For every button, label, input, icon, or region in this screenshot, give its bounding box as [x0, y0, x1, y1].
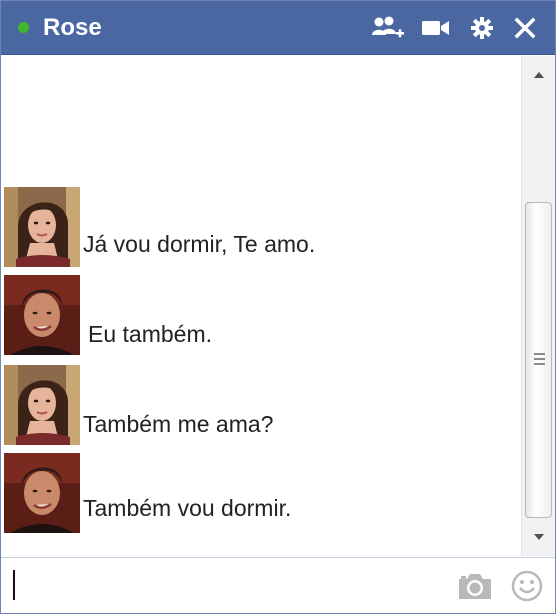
text-caret	[13, 570, 15, 600]
message-item: Eu também.	[4, 275, 514, 355]
message-item: Também vou dormir.	[4, 453, 514, 533]
message-text: Eu também.	[88, 321, 212, 347]
message-text: Também me ama?	[83, 411, 274, 437]
man-avatar[interactable]	[4, 275, 80, 355]
emoji-icon[interactable]	[510, 569, 544, 603]
add-friend-icon[interactable]	[371, 14, 405, 42]
message-composer	[1, 557, 555, 613]
contact-name[interactable]: Rose	[43, 14, 102, 42]
woman-avatar[interactable]	[4, 187, 80, 267]
chat-window: Rose Já vou dormir, Te amo. Eu também. T…	[0, 0, 556, 614]
scroll-up-arrow-icon[interactable]	[522, 64, 555, 86]
message-text: Também vou dormir.	[83, 495, 292, 521]
online-status-icon	[18, 22, 29, 33]
chat-titlebar[interactable]: Rose	[1, 1, 555, 55]
scroll-down-arrow-icon[interactable]	[522, 526, 555, 548]
message-item: Também me ama?	[4, 365, 514, 445]
message-item: Já vou dormir, Te amo.	[4, 187, 514, 267]
message-list[interactable]: Já vou dormir, Te amo. Eu também. Também…	[1, 56, 521, 556]
message-scrollbar[interactable]	[521, 56, 555, 556]
video-call-icon[interactable]	[419, 14, 453, 42]
scroll-thumb[interactable]	[525, 202, 552, 518]
message-text: Já vou dormir, Te amo.	[83, 231, 316, 257]
scroll-grip-icon	[534, 353, 545, 365]
camera-icon[interactable]	[456, 570, 494, 602]
message-input[interactable]	[9, 566, 439, 604]
settings-gear-icon[interactable]	[465, 14, 499, 42]
man-avatar[interactable]	[4, 453, 80, 533]
woman-avatar[interactable]	[4, 365, 80, 445]
close-icon[interactable]	[508, 14, 542, 42]
